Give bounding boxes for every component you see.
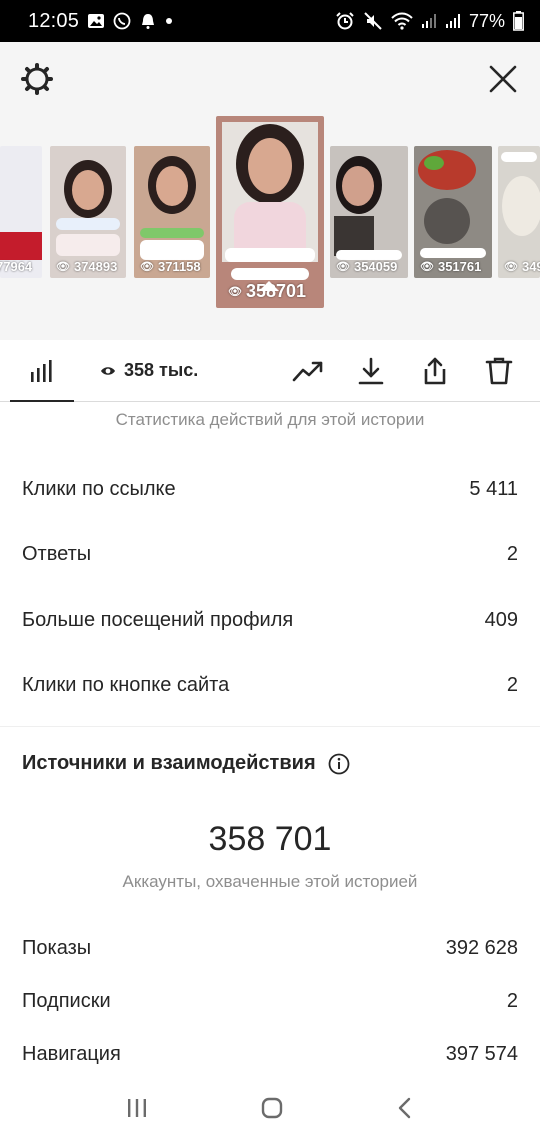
eye-icon <box>101 366 115 375</box>
insights-tab[interactable] <box>10 340 74 402</box>
alarm-notification-icon <box>139 12 157 30</box>
source-label: Подписки <box>22 990 111 1012</box>
source-label: Навигация <box>22 1043 121 1065</box>
back-icon[interactable] <box>395 1096 415 1125</box>
thumbnail-views: 351761 <box>437 259 482 274</box>
metric-value: 5 411 <box>469 478 518 500</box>
actions-section-caption: Статистика действий для этой истории <box>115 410 425 429</box>
settings-gear-icon[interactable] <box>20 62 54 96</box>
metric-row: Клики по кнопке сайта 2 <box>22 674 518 697</box>
status-bar: 12:05 77% <box>0 0 540 42</box>
metric-label: Больше посещений профиля <box>22 609 294 631</box>
reach-caption: Аккаунты, охваченные этой историей <box>122 872 418 891</box>
eye-icon: 👁 <box>420 261 434 273</box>
active-tab-indicator <box>10 400 74 402</box>
eye-icon: 👁 <box>336 261 350 273</box>
eye-icon: 👁 <box>504 261 518 273</box>
metric-value: 2 <box>506 543 518 565</box>
bar-chart-icon <box>31 360 52 382</box>
battery-icon <box>513 11 524 31</box>
thumbnail-views: 77964 <box>0 259 33 274</box>
signal-icon-2 <box>445 13 461 29</box>
metric-label: Клики по кнопке сайта <box>22 674 230 696</box>
gallery-notification-icon <box>87 13 105 29</box>
sources-title-text: Источники и взаимодействия <box>22 752 316 774</box>
share-icon[interactable] <box>420 356 450 386</box>
story-thumbnail[interactable]: 👁349 <box>498 146 540 278</box>
source-value: 392 628 <box>445 937 518 959</box>
alarm-icon <box>335 11 355 31</box>
source-value: 397 574 <box>445 1043 518 1065</box>
metric-label: Ответы <box>22 543 92 565</box>
source-value: 2 <box>506 990 518 1012</box>
recent-apps-icon[interactable] <box>125 1097 149 1124</box>
active-story-pointer <box>259 281 279 291</box>
source-row: Показы 392 628 <box>22 937 518 960</box>
story-thumbnail[interactable]: 👁 351761 <box>414 146 492 278</box>
story-thumbnail[interactable]: 👁 374893 <box>50 146 126 278</box>
story-thumbnail[interactable]: 77964 <box>0 146 42 278</box>
wifi-icon <box>391 12 413 30</box>
promote-trend-icon[interactable] <box>292 356 323 386</box>
viewers-tab[interactable]: 358 тыс. <box>100 360 198 381</box>
source-row: Навигация 397 574 <box>22 1043 518 1066</box>
thumbnail-views: 371158 <box>157 259 201 274</box>
metric-row: Ответы 2 <box>22 543 518 566</box>
insights-toolbar: 358 тыс. <box>0 340 540 402</box>
reach-count: 358 701 <box>208 820 332 858</box>
section-divider <box>0 726 540 727</box>
home-icon[interactable] <box>260 1096 284 1125</box>
dot-icon <box>165 17 173 25</box>
story-carousel-area: 77964 👁374893 👁371158 👁3587 <box>0 42 540 340</box>
eye-icon: 👁 <box>140 261 154 273</box>
signal-icon <box>421 13 437 29</box>
thumbnail-views: 349 <box>521 259 540 274</box>
story-thumbnail[interactable]: 👁 371158 <box>134 146 210 278</box>
story-thumbnail-active[interactable]: 👁 358701 <box>216 116 324 308</box>
metric-row: Больше посещений профиля 409 <box>22 609 518 632</box>
mute-icon <box>363 11 383 31</box>
status-time: 12:05 <box>28 9 80 32</box>
eye-icon: 👁 <box>228 286 242 298</box>
source-label: Показы <box>22 937 92 959</box>
thumbnail-views: 354059 <box>353 259 398 274</box>
battery-percent: 77% <box>468 10 505 31</box>
metric-row: Клики по ссылке 5 411 <box>22 478 518 501</box>
sources-section-title: Источники и взаимодействия <box>22 752 350 775</box>
story-thumbnail[interactable]: 👁 354059 <box>330 146 408 278</box>
metric-value: 2 <box>506 674 518 696</box>
download-icon[interactable] <box>356 356 386 386</box>
metric-label: Клики по ссылке <box>22 478 176 500</box>
thumbnail-views: 374893 <box>73 259 118 274</box>
whatsapp-icon <box>113 12 131 30</box>
system-navigation-bar <box>0 1080 540 1140</box>
close-icon[interactable] <box>488 64 518 94</box>
metric-value: 409 <box>484 609 518 631</box>
viewers-count: 358 тыс. <box>124 360 199 380</box>
source-row: Подписки 2 <box>22 990 518 1013</box>
info-icon[interactable] <box>328 753 350 775</box>
delete-trash-icon[interactable] <box>484 356 514 386</box>
eye-icon: 👁 <box>56 261 70 273</box>
